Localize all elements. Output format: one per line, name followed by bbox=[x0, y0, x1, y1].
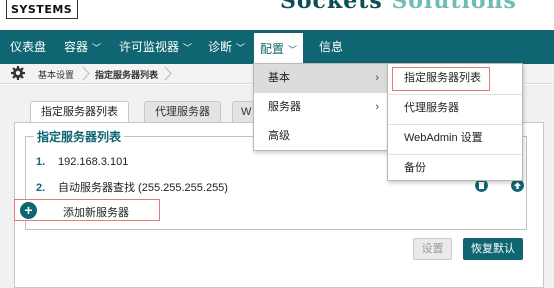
submenu-item-server-list-label: 指定服务器列表 bbox=[404, 72, 481, 84]
list-item-number: 2. bbox=[36, 182, 46, 194]
menu-item-server[interactable]: 服务器 › bbox=[254, 93, 387, 122]
list-item-value: 自动服务器查找 (255.255.255.255) bbox=[58, 182, 228, 194]
settings-button[interactable]: 设置 bbox=[413, 238, 452, 260]
chevron-down-icon: ﹀ bbox=[92, 42, 102, 53]
breadcrumb-item-current: 指定服务器列表 bbox=[95, 70, 159, 80]
chevron-down-icon: ﹀ bbox=[288, 44, 298, 55]
basic-submenu: 指定服务器列表 代理服务器 WebAdmin 设置 备份 bbox=[387, 63, 523, 181]
plus-icon: + bbox=[20, 202, 37, 219]
list-item[interactable]: 2. 自动服务器查找 (255.255.255.255) bbox=[36, 179, 228, 195]
menu-item-server-label: 服务器 bbox=[268, 101, 301, 113]
breadcrumb-item-basic-settings[interactable]: 基本设置 bbox=[38, 68, 74, 81]
brand-banner-part1: Sockets bbox=[280, 0, 392, 14]
nav-diagnostics[interactable]: 诊断 ﹀ bbox=[208, 30, 245, 64]
submenu-item-proxy-server-label: 代理服务器 bbox=[404, 102, 459, 114]
menu-item-advanced-label: 高级 bbox=[268, 130, 290, 142]
brand-banner: Sockets Solutions bbox=[280, 0, 517, 14]
nav-license-monitor[interactable]: 许可监视器 ﹀ bbox=[119, 30, 192, 64]
nav-configuration-label: 配置 bbox=[260, 42, 285, 56]
submenu-item-webadmin-settings[interactable]: WebAdmin 设置 bbox=[388, 124, 522, 153]
nav-dashboard[interactable]: 仪表盘 bbox=[10, 30, 46, 64]
app-header: SYSTEMS Sockets Solutions bbox=[0, 0, 554, 30]
chevron-down-icon: ﹀ bbox=[236, 42, 246, 53]
configuration-menu: 基本 › 服务器 › 高级 bbox=[253, 63, 388, 151]
submenu-item-webadmin-settings-label: WebAdmin 设置 bbox=[404, 132, 483, 144]
menu-item-advanced[interactable]: 高级 bbox=[254, 122, 387, 151]
nav-dashboard-label: 仪表盘 bbox=[10, 40, 47, 54]
submenu-item-backup[interactable]: 备份 bbox=[388, 154, 522, 183]
nav-containers-label: 容器 bbox=[64, 40, 89, 54]
list-item-value: 192.168.3.101 bbox=[58, 156, 129, 168]
submenu-item-backup-label: 备份 bbox=[404, 162, 426, 174]
breadcrumb-chevron-icon bbox=[164, 66, 172, 81]
add-server-label: 添加新服务器 bbox=[63, 207, 129, 219]
list-item-number: 1. bbox=[36, 156, 46, 168]
brand-banner-part2: Solutions bbox=[391, 0, 517, 14]
breadcrumb-chevron-icon bbox=[82, 66, 90, 81]
nav-info-label: 信息 bbox=[319, 40, 344, 54]
menu-item-basic[interactable]: 基本 › bbox=[254, 64, 387, 93]
chevron-down-icon: ﹀ bbox=[183, 42, 193, 53]
tab-webadmin[interactable]: W bbox=[232, 101, 254, 122]
nav-license-monitor-label: 许可监视器 bbox=[119, 40, 180, 54]
menu-item-basic-label: 基本 bbox=[268, 72, 290, 84]
tab-server-list[interactable]: 指定服务器列表 bbox=[30, 101, 129, 123]
add-server-button[interactable]: + 添加新服务器 bbox=[14, 199, 160, 221]
restore-defaults-button[interactable]: 恢复默认 bbox=[463, 238, 523, 260]
tab-proxy-server[interactable]: 代理服务器 bbox=[144, 101, 221, 122]
nav-containers[interactable]: 容器 ﹀ bbox=[64, 30, 101, 64]
nav-info[interactable]: 信息 bbox=[319, 30, 343, 64]
logo-text: SYSTEMS bbox=[11, 3, 73, 16]
gear-icon bbox=[11, 66, 25, 80]
company-logo: SYSTEMS bbox=[6, 0, 78, 19]
submenu-item-proxy-server[interactable]: 代理服务器 bbox=[388, 94, 522, 123]
chevron-right-icon: › bbox=[375, 101, 379, 113]
server-list-title: 指定服务器列表 bbox=[34, 128, 125, 145]
submenu-item-server-list[interactable]: 指定服务器列表 bbox=[388, 64, 522, 93]
list-item[interactable]: 1. 192.168.3.101 bbox=[36, 156, 128, 168]
top-navigation-bar: 仪表盘 容器 ﹀ 许可监视器 ﹀ 诊断 ﹀ 配置 ﹀ 信息 bbox=[0, 30, 554, 68]
chevron-right-icon: › bbox=[375, 72, 379, 84]
nav-diagnostics-label: 诊断 bbox=[208, 40, 233, 54]
